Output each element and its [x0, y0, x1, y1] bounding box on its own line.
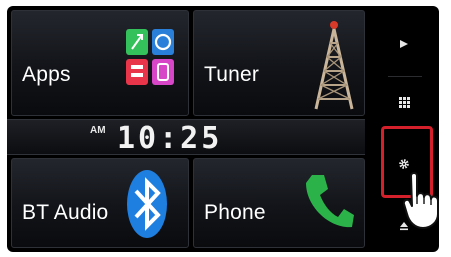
phone-label: Phone: [204, 201, 266, 224]
apps-tile[interactable]: Apps: [11, 10, 189, 116]
radio-tower-icon: [314, 21, 354, 110]
play-icon: [400, 40, 408, 48]
tuner-label: Tuner: [204, 63, 260, 86]
play-button[interactable]: [382, 24, 426, 64]
phone-handset-icon: [306, 175, 354, 228]
bt-audio-label: BT Audio: [22, 201, 109, 224]
phone-tile[interactable]: Phone: [193, 158, 365, 248]
clock-ampm: AM: [90, 125, 106, 136]
apps-icon: [126, 29, 174, 85]
bt-audio-tile[interactable]: BT Audio: [11, 158, 189, 248]
pointing-hand-icon: [403, 172, 439, 229]
head-unit-screen: Apps Tuner AM 10:25 BT Audio Phone: [7, 6, 439, 252]
clock-bar: AM 10:25: [7, 119, 365, 156]
sidebar-divider: [388, 76, 422, 77]
clock-time: 10:25: [117, 121, 223, 156]
tuner-tile[interactable]: Tuner: [193, 10, 365, 116]
bluetooth-icon: [127, 170, 167, 238]
apps-label: Apps: [22, 63, 71, 86]
grid-menu-icon: [398, 96, 410, 108]
menu-grid-button[interactable]: [382, 82, 426, 122]
